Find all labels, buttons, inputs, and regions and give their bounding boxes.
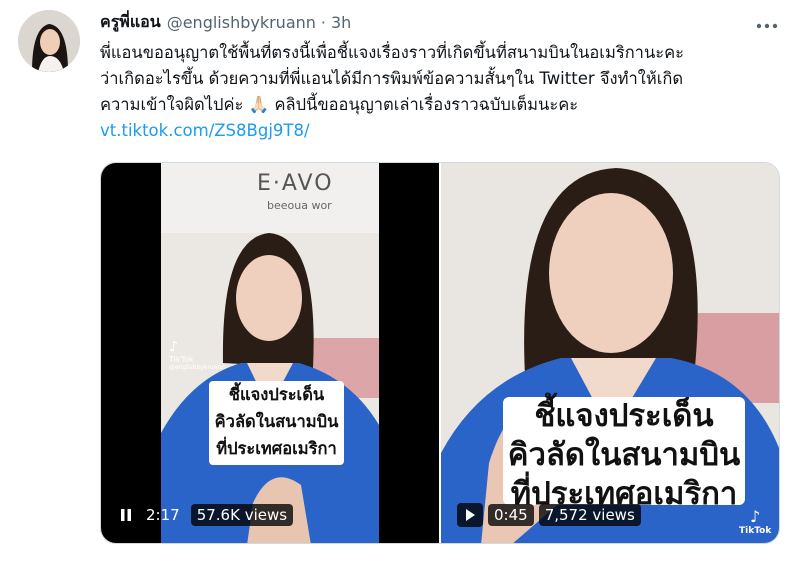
more-horizontal-icon <box>756 23 778 29</box>
tiktok-watermark: ♪ TikTok <box>739 507 771 536</box>
video-controls-1: 2:17 57.6K views <box>117 503 298 527</box>
tweet-header: ครูพี่แอน @englishbykruann · 3h <box>100 11 351 33</box>
caption-line: ที่ประเทศอเมริกา <box>216 439 337 458</box>
avatar-photo <box>18 10 80 72</box>
tweet-text-line: พี่แอนขออนุญาตใช้พื้นที่ตรงนี้เพื่อชี้แจ… <box>100 43 684 62</box>
tiktok-watermark: ♪ TikTok @englishbykruann <box>169 339 225 371</box>
pause-icon <box>121 509 131 521</box>
tiktok-label: TikTok <box>739 526 772 536</box>
video-player-1[interactable]: E·AVO beeoua wor ♪ TikTok @englishbykrua… <box>101 163 439 543</box>
pause-button[interactable] <box>117 503 135 527</box>
tiktok-label: TikTok <box>169 355 194 364</box>
caption-line: คิวลัดในสนามบิน <box>507 437 741 473</box>
tiktok-logo-icon: ♪ <box>750 507 761 526</box>
separator-dot: · <box>320 12 326 32</box>
avatar[interactable] <box>18 10 80 72</box>
video-duration: 2:17 <box>146 506 180 524</box>
tweet-text: พี่แอนขออนุญาตใช้พื้นที่ตรงนี้เพื่อชี้แจ… <box>100 40 780 144</box>
caption-line: ชี้แจงประเด็น <box>534 398 714 434</box>
tweet-text-line: ความเข้าใจผิดไปค่ะ 🙏🏻 คลิปนี้ขออนุญาตเล่… <box>100 95 579 114</box>
video-caption-2: ชี้แจงประเด็น คิวลัดในสนามบิน ที่ประเทศอ… <box>503 397 745 512</box>
play-icon <box>466 509 475 521</box>
author-name[interactable]: ครูพี่แอน <box>100 10 161 35</box>
video-caption-1: ชี้แจงประเด็น คิวลัดในสนามบิน ที่ประเทศอ… <box>209 381 344 465</box>
tiktok-logo-icon: ♪ <box>169 339 178 355</box>
tweet-text-line: ว่าเกิดอะไรขึ้น ด้วยความที่พี่แอนได้มีกา… <box>100 69 684 88</box>
tiktok-handle: @englishbykruann <box>169 364 225 371</box>
video-player-2[interactable]: ชี้แจงประเด็น คิวลัดในสนามบิน ที่ประเทศอ… <box>441 163 779 543</box>
view-count: 57.6K views <box>190 504 294 526</box>
wall-subtext: beeoua wor <box>267 199 332 212</box>
play-button[interactable] <box>457 503 483 527</box>
wall-sign: E·AVO <box>257 171 334 196</box>
video-controls-2: 0:45 7,572 views <box>457 503 646 527</box>
view-count: 7,572 views <box>538 504 641 526</box>
caption-line: ชี้แจงประเด็น <box>228 385 325 404</box>
more-button[interactable] <box>752 10 782 34</box>
author-handle[interactable]: @englishbykruann <box>167 13 316 32</box>
video-duration: 0:45 <box>488 504 534 526</box>
caption-line: คิวลัดในสนามบิน <box>214 412 339 431</box>
tweet-timestamp[interactable]: 3h <box>331 13 351 32</box>
tiktok-link[interactable]: vt.tiktok.com/ZS8Bgj9T8/ <box>100 121 310 140</box>
media-grid: E·AVO beeoua wor ♪ TikTok @englishbykrua… <box>100 162 780 544</box>
